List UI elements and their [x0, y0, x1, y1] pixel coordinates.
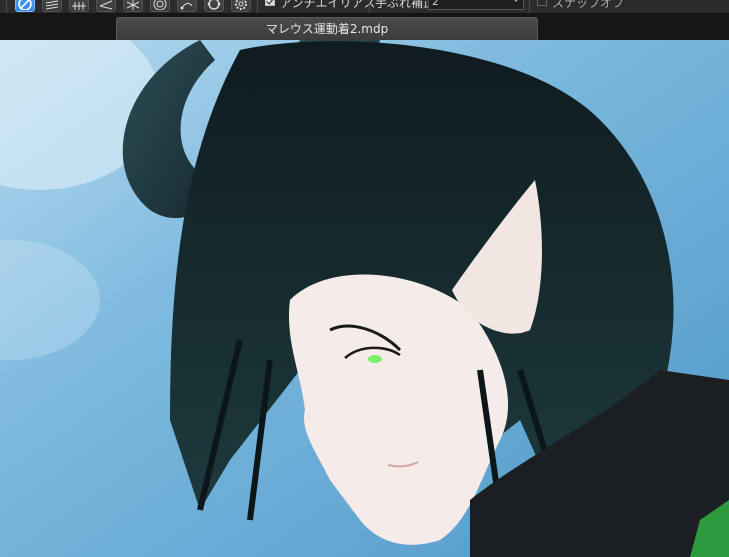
snap-checkbox[interactable] [537, 0, 547, 6]
gear-icon [235, 0, 247, 10]
drawing-canvas[interactable] [0, 40, 729, 557]
stabilizer-select[interactable]: 2 [428, 0, 524, 10]
perspective-icon [99, 0, 113, 10]
curve-tool-button[interactable] [177, 0, 197, 12]
antialias-checkbox[interactable] [265, 0, 275, 6]
radial-tool-button[interactable] [123, 0, 143, 12]
tab-active-document[interactable]: マレウス運動着2.mdp [116, 17, 538, 40]
concentric-tool-button[interactable] [150, 0, 170, 12]
ruler-off-icon [18, 0, 32, 10]
symmetry-tool-button[interactable] [204, 0, 224, 12]
grid-tool-button[interactable] [69, 0, 89, 12]
parallel-lines-icon [45, 0, 59, 10]
symmetry-ring-icon [207, 0, 221, 10]
curve-icon [180, 2, 193, 10]
toolbar-divider [257, 0, 258, 13]
parallel-lines-tool-button[interactable] [42, 0, 62, 12]
snap-label: スナップオフ [552, 0, 625, 10]
stabilizer-label: 手ぶれ補正 [375, 0, 436, 10]
toolbar-divider [6, 0, 7, 13]
grid-icon [72, 2, 86, 10]
radial-lines-icon [126, 0, 140, 10]
toolbar-divider [529, 0, 530, 13]
eye [368, 355, 382, 363]
settings-tool-button[interactable] [231, 0, 251, 12]
concentric-circles-icon [153, 0, 167, 10]
tab-title: マレウス運動着2.mdp [265, 22, 389, 36]
top-toolbar: アンチエイリアス 手ぶれ補正 2 スナップオフ [0, 0, 729, 14]
antialias-label: アンチエイリアス [280, 0, 376, 10]
chevron-down-icon [512, 0, 520, 2]
brush-tool-button[interactable] [15, 0, 35, 12]
toolbar-divider [369, 0, 370, 13]
document-tab-bar: マレウス運動着2.mdp [0, 14, 729, 40]
artwork [0, 40, 729, 557]
stabilizer-value: 2 [432, 0, 439, 8]
perspective-tool-button[interactable] [96, 0, 116, 12]
